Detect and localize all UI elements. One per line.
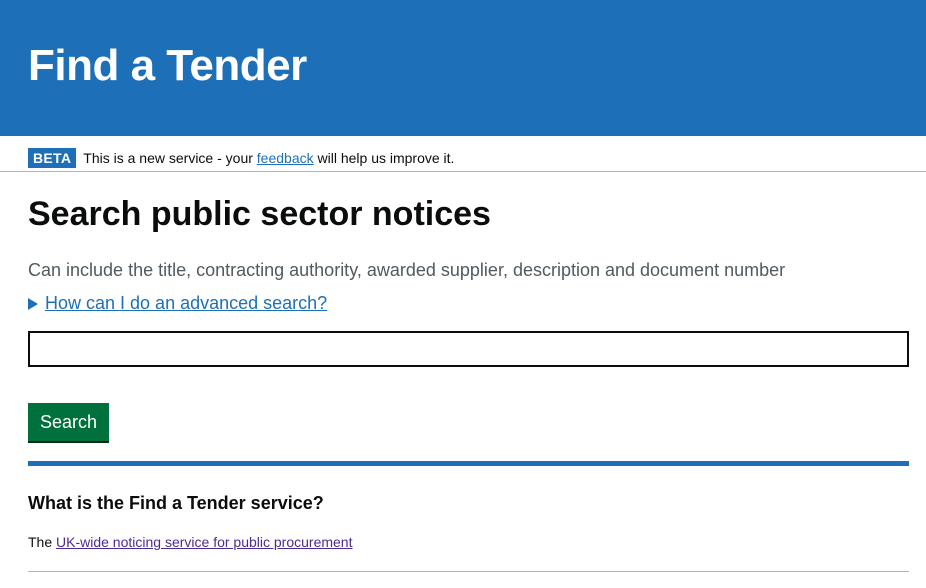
about-text: The UK-wide noticing service for public … [28,532,908,552]
feedback-link[interactable]: feedback [257,150,314,166]
advanced-search-details[interactable]: How can I do an advanced search? [28,293,908,314]
search-button[interactable]: Search [28,403,110,441]
about-text-before: The [28,534,57,550]
section-divider [28,461,909,466]
caret-right-icon[interactable] [28,297,38,310]
search-hint: Can include the title, contracting autho… [28,260,786,280]
main-content: Search public sector notices Can include… [0,194,926,572]
search-input[interactable] [28,331,909,367]
service-name-link[interactable]: Find a Tender [28,38,307,94]
site-header: Find a Tender [0,0,926,136]
advanced-search-link[interactable]: How can I do an advanced search? [45,293,327,314]
phase-text-before: This is a new service - your [83,149,257,166]
phase-text-after: will help us improve it. [313,149,455,166]
bottom-divider [28,571,909,572]
beta-tag: BETA [28,147,77,168]
noticing-service-link[interactable]: UK-wide noticing service for public proc… [56,534,352,550]
phase-banner-text: This is a new service - your feedback wi… [83,150,454,166]
phase-banner: BETA This is a new service - your feedba… [0,136,926,172]
page-title: Search public sector notices [28,195,491,233]
about-heading: What is the Find a Tender service? [28,493,324,513]
